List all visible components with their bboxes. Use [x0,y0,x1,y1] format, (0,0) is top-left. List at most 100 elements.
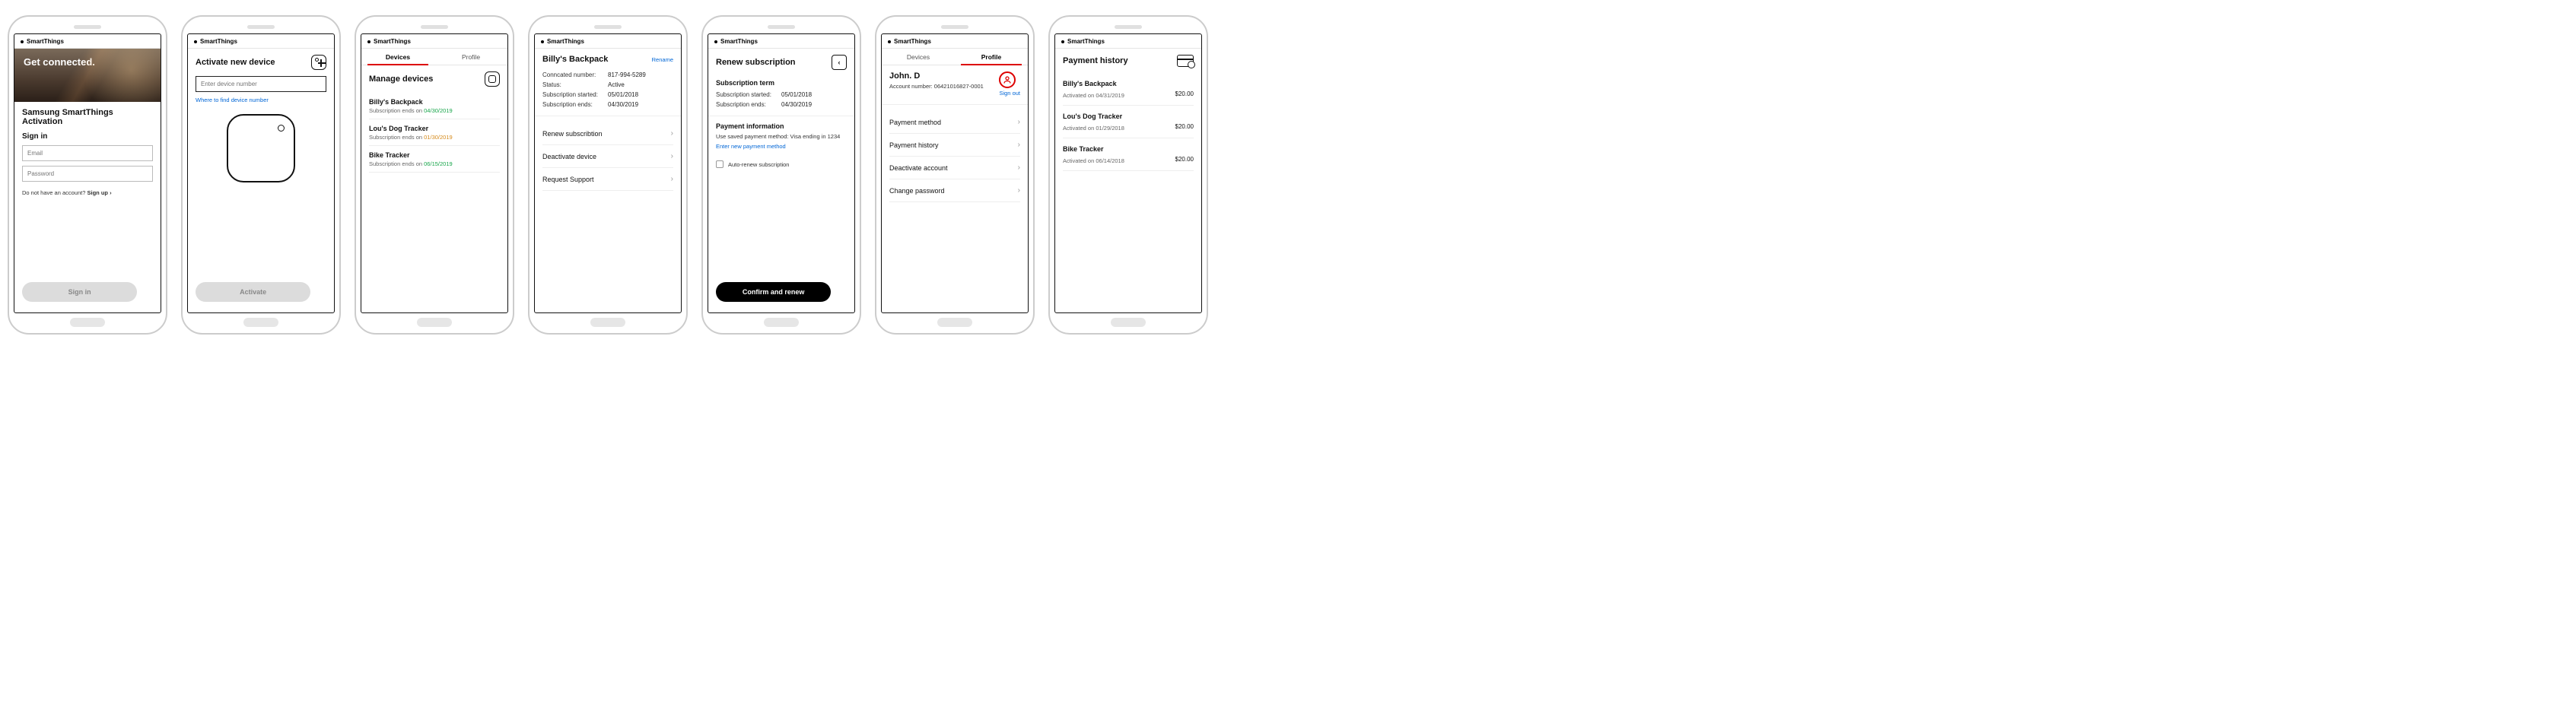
brand-label: SmartThings [720,38,758,45]
profile-name: John. D [889,71,984,81]
screen: SmartThings Renew subscription ‹ Subscri… [708,33,855,313]
kv-row: Conncated number:817-994-5289 [542,71,673,78]
speaker [594,25,622,29]
device-name: Lou's Dog Tracker [369,125,500,132]
term-heading: Subscription term [716,79,847,87]
pay-amount: $20.00 [1175,90,1194,99]
tabs: Devices Profile [882,49,1028,65]
nav-deactivate[interactable]: Deactivate device› [542,145,673,168]
pay-name: Bike Tracker [1063,145,1104,153]
nav-payment-history[interactable]: Payment history› [889,134,1020,157]
brand-bar: SmartThings [188,34,334,49]
autorenew-label: Auto-renew subscription [728,161,789,168]
pay-sub: Activated on 04/31/2019 [1063,92,1124,99]
payment-row[interactable]: Billy's Backpack Activated on 04/31/2019… [1063,73,1194,106]
signin-button[interactable]: Sign in [22,282,137,302]
chevron-right-icon: › [1018,141,1020,149]
screen: SmartThings Activate new device Where to… [187,33,335,313]
kv-row: Status:Active [542,81,673,88]
brand-label: SmartThings [894,38,931,45]
where-to-find-link[interactable]: Where to find device number [196,97,326,103]
hero-title: Get connected. [24,56,95,68]
add-device-icon[interactable] [311,55,326,70]
brand-label: SmartThings [374,38,411,45]
rename-link[interactable]: Rename [652,56,673,63]
email-field[interactable] [22,145,153,161]
pay-sub: Activated on 01/29/2018 [1063,125,1124,132]
screen: SmartThings Get connected. Samsung Smart… [14,33,161,313]
brand-bar: SmartThings [1055,34,1201,49]
brand-label: SmartThings [1067,38,1105,45]
hero-banner: Get connected. [14,49,161,102]
device-row[interactable]: Billy's Backpack Subscription ends on 04… [369,93,500,119]
kv-row: Subscription started:05/01/2018 [716,91,847,98]
chevron-right-icon: › [1018,118,1020,126]
screen: SmartThings Devices Profile John. D Acco… [881,33,1029,313]
new-payment-link[interactable]: Enter new payment method [716,143,786,150]
device-sub: Subscription ends on 04/30/2019 [369,107,500,114]
chevron-right-icon: › [1018,186,1020,195]
page-title: Payment history [1063,56,1128,65]
device-row[interactable]: Bike Tracker Subscription ends on 06/15/… [369,146,500,173]
payment-row[interactable]: Bike Tracker Activated on 06/14/2018$20.… [1063,138,1194,171]
signout-link[interactable]: Sign out [999,90,1020,97]
kv-row: Subscription ends:04/30/2019 [716,101,847,108]
phone-activate: SmartThings Activate new device Where to… [181,15,341,335]
home-button[interactable] [764,318,799,327]
home-button[interactable] [417,318,452,327]
payment-row[interactable]: Lou's Dog Tracker Activated on 01/29/201… [1063,106,1194,138]
speaker [247,25,275,29]
kv-row: Subscription ends:04/30/2019 [542,101,673,108]
phone-payment-history: SmartThings Payment history Billy's Back… [1048,15,1208,335]
phone-device-detail: SmartThings Billy's Backpack Rename Conn… [528,15,688,335]
tab-devices[interactable]: Devices [882,49,955,65]
activate-button[interactable]: Activate [196,282,310,302]
phone-renew: SmartThings Renew subscription ‹ Subscri… [701,15,861,335]
pay-sub: Activated on 06/14/2018 [1063,157,1124,164]
tabs: Devices Profile [361,49,507,65]
saved-payment-note: Use saved payment method: Visa ending in… [716,133,847,140]
brand-bar: SmartThings [882,34,1028,49]
signup-link[interactable]: Sign up › [87,189,111,196]
page-title: Manage devices [369,75,433,84]
brand-bar: SmartThings [14,34,161,49]
device-row[interactable]: Lou's Dog Tracker Subscription ends on 0… [369,119,500,146]
home-button[interactable] [1111,318,1146,327]
device-tile-icon[interactable] [485,71,500,87]
device-illustration [227,114,295,182]
device-sub: Subscription ends on 06/15/2019 [369,160,500,167]
home-button[interactable] [70,318,105,327]
nav-deactivate-account[interactable]: Deactivate account› [889,157,1020,179]
page-title: Renew subscription [716,58,796,67]
phone-profile: SmartThings Devices Profile John. D Acco… [875,15,1035,335]
speaker [74,25,101,29]
home-button[interactable] [243,318,278,327]
nav-payment-method[interactable]: Payment method› [889,111,1020,134]
speaker [768,25,795,29]
confirm-renew-button[interactable]: Confirm and renew [716,282,831,302]
home-button[interactable] [937,318,972,327]
speaker [941,25,968,29]
password-field[interactable] [22,166,153,182]
nav-renew[interactable]: Renew subscribtion› [542,122,673,145]
pay-name: Billy's Backpack [1063,80,1117,87]
chevron-right-icon: › [671,152,673,160]
home-button[interactable] [590,318,625,327]
brand-bar: SmartThings [361,34,507,49]
brand-bar: SmartThings [708,34,854,49]
device-name: Billy's Backpack [369,98,500,106]
payment-heading: Payment information [716,122,847,130]
screen: SmartThings Payment history Billy's Back… [1054,33,1202,313]
page-title: Samsung SmartThings Activation [22,108,153,126]
nav-support[interactable]: Request Support› [542,168,673,191]
tab-profile[interactable]: Profile [434,49,507,65]
screen: SmartThings Devices Profile Manage devic… [361,33,508,313]
device-number-input[interactable] [196,76,326,92]
autorenew-checkbox[interactable] [716,160,724,168]
tab-devices[interactable]: Devices [361,49,434,65]
tab-profile[interactable]: Profile [955,49,1028,65]
calendar-back-icon: ‹ [832,55,847,70]
nav-change-password[interactable]: Change password› [889,179,1020,202]
brand-label: SmartThings [200,38,237,45]
profile-avatar-icon [999,71,1016,88]
